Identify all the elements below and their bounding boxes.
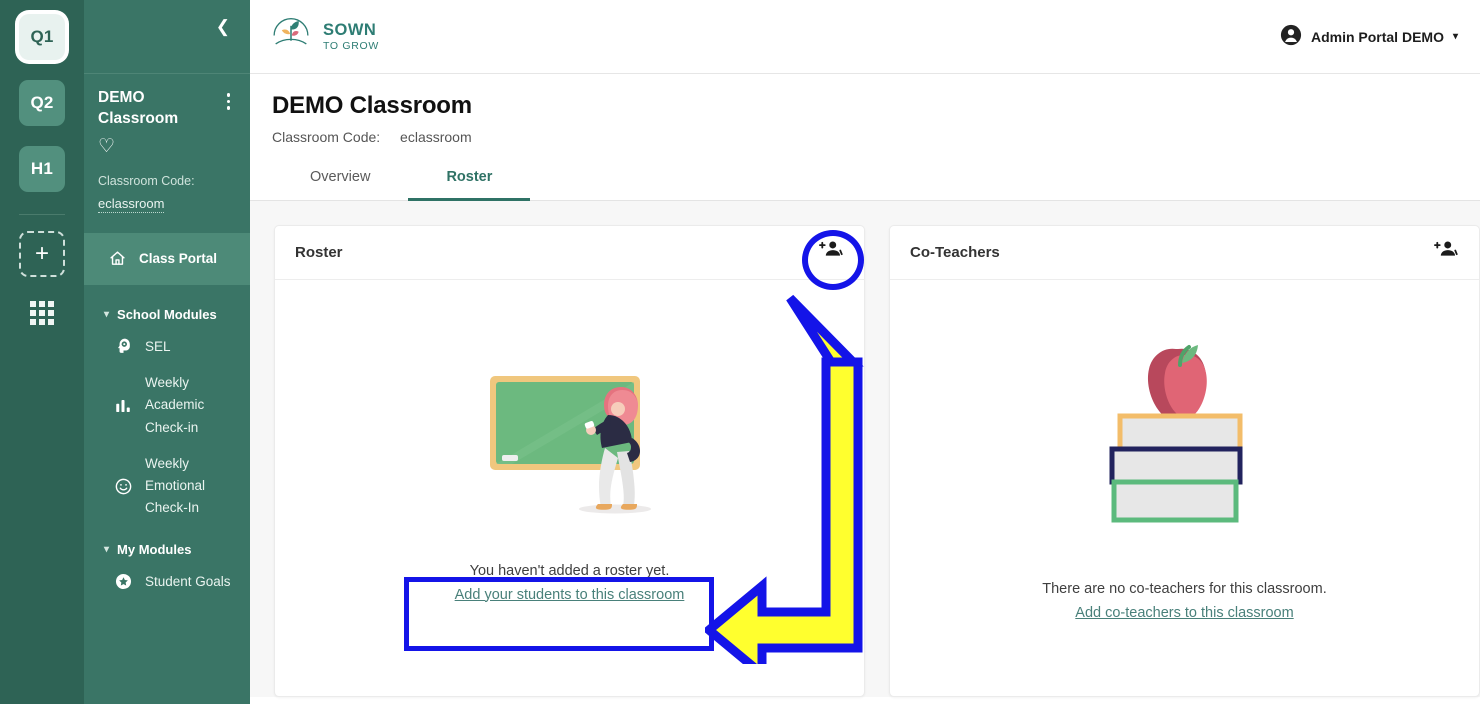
tab-roster[interactable]: Roster [408, 169, 531, 201]
brand-text: SOWN TO GROW [323, 20, 380, 52]
home-icon [106, 250, 128, 267]
add-term-button[interactable]: + [19, 231, 65, 277]
sidebar-classroom-name: DEMO Classroom [98, 89, 179, 127]
classroom-code-row: Classroom Code: eclassroom [272, 129, 1480, 145]
page-title: DEMO Classroom [272, 92, 472, 119]
sidebar-code-value[interactable]: eclassroom [98, 196, 165, 213]
chevron-down-icon: ▾ [104, 308, 110, 320]
heart-icon[interactable]: ♡ [98, 137, 236, 156]
roster-card-header: Roster [275, 226, 864, 280]
sidebar-group-school-modules[interactable]: ▾ School Modules [84, 285, 250, 322]
term-chip-q1[interactable]: Q1 [19, 14, 65, 60]
kebab-menu-icon[interactable] [221, 88, 237, 115]
term-chip-q2[interactable]: Q2 [19, 80, 65, 126]
app-root: Q1 Q2 H1 + ❮ DEMO Classroom ♡ Classroom … [0, 0, 1480, 704]
sidebar-group-label: My Modules [117, 541, 192, 557]
sidebar-group-my-modules[interactable]: ▾ My Modules [84, 520, 250, 557]
sidebar-item-sel[interactable]: SEL [84, 322, 250, 358]
roster-empty-text-block: You haven't added a roster yet. Add your… [455, 561, 685, 607]
classroom-code-label: Classroom Code: [272, 129, 381, 145]
sidebar-item-label: Student Goals [145, 573, 231, 589]
sidebar-item-label: Weekly Emotional Check-In [145, 455, 206, 516]
tab-label: Roster [446, 169, 493, 185]
user-avatar-icon [1280, 24, 1302, 49]
account-menu[interactable]: Admin Portal DEMO ▾ [1280, 24, 1458, 49]
roster-empty-state: You haven't added a roster yet. Add your… [275, 280, 864, 696]
classroom-code-value: eclassroom [400, 129, 472, 145]
star-circle-icon [112, 572, 134, 591]
main-area: SOWN TO GROW Admin Portal DEMO ▾ DEMO Cl… [250, 0, 1480, 704]
sidebar-header: DEMO Classroom ♡ Classroom Code: eclassr… [84, 74, 250, 213]
term-rail: Q1 Q2 H1 + [0, 0, 84, 704]
bar-chart-icon [112, 397, 134, 415]
coteachers-card: Co-Teachers There are no co-teachers for… [889, 225, 1480, 697]
chevron-left-icon[interactable]: ❮ [216, 18, 230, 35]
add-students-link[interactable]: Add your students to this classroom [455, 585, 685, 607]
add-people-icon[interactable] [1433, 239, 1459, 266]
term-chip-label: Q1 [30, 27, 54, 46]
sidebar-group-label: School Modules [117, 306, 217, 322]
sidebar-item-label: SEL [145, 338, 171, 354]
coteachers-card-title: Co-Teachers [910, 244, 1000, 261]
term-chip-h1[interactable]: H1 [19, 146, 65, 192]
tab-label: Overview [310, 169, 371, 185]
brain-head-icon [112, 337, 134, 356]
roster-empty-text: You haven't added a roster yet. [469, 562, 670, 579]
smiley-face-icon [112, 477, 134, 496]
term-chip-label: H1 [30, 159, 54, 178]
brand-line-1: SOWN [323, 20, 377, 39]
tab-bar: Overview Roster [250, 169, 1480, 201]
classroom-sidebar: ❮ DEMO Classroom ♡ Classroom Code: eclas… [84, 0, 250, 704]
sidebar-item-label: Weekly Academic Check-in [145, 375, 205, 435]
account-label: Admin Portal DEMO [1310, 28, 1444, 45]
chevron-down-icon: ▾ [1452, 31, 1458, 42]
tab-overview[interactable]: Overview [272, 169, 408, 201]
add-coteachers-link[interactable]: Add co-teachers to this classroom [1042, 603, 1326, 625]
add-people-icon[interactable] [818, 239, 844, 266]
roster-card: Roster You haven't added a roster yet. A… [274, 225, 865, 697]
sidebar-item-class-portal[interactable]: Class Portal [84, 232, 250, 285]
sown-to-grow-sprout-logo [268, 11, 314, 62]
top-bar: SOWN TO GROW Admin Portal DEMO ▾ [250, 0, 1480, 74]
sidebar-item-weekly-emotional-check-in[interactable]: Weekly Emotional Check-In [84, 439, 250, 520]
page-header: DEMO Classroom Classroom Code: eclassroo… [250, 74, 1480, 145]
sidebar-item-student-goals[interactable]: Student Goals [84, 557, 250, 593]
rail-divider [19, 214, 65, 215]
content-area: Roster You haven't added a roster yet. A… [250, 201, 1480, 697]
coteachers-empty-state: There are no co-teachers for this classr… [890, 280, 1479, 696]
chevron-down-icon: ▾ [104, 543, 110, 555]
apple-on-books-illustration [1100, 341, 1270, 551]
sidebar-code-label: Classroom Code: [98, 173, 195, 188]
coteachers-empty-text: There are no co-teachers for this classr… [1042, 581, 1327, 598]
term-chip-label: Q2 [30, 93, 54, 112]
sidebar-item-label: Class Portal [139, 251, 218, 267]
coteachers-empty-text-block: There are no co-teachers for this classr… [1042, 579, 1326, 625]
plus-icon: + [34, 240, 49, 267]
grid-apps-icon[interactable] [30, 301, 54, 325]
teacher-at-chalkboard-illustration [472, 360, 668, 527]
coteachers-card-header: Co-Teachers [890, 226, 1479, 280]
roster-card-title: Roster [295, 244, 343, 261]
brand-line-2: TO GROW [323, 40, 380, 52]
sidebar-item-weekly-academic-check-in[interactable]: Weekly Academic Check-in [84, 358, 250, 439]
sidebar-top: ❮ [84, 0, 250, 74]
sidebar-nav: ▾ School Modules SEL Weekly Academic Che… [84, 285, 250, 704]
brand-logo[interactable]: SOWN TO GROW [268, 11, 379, 62]
